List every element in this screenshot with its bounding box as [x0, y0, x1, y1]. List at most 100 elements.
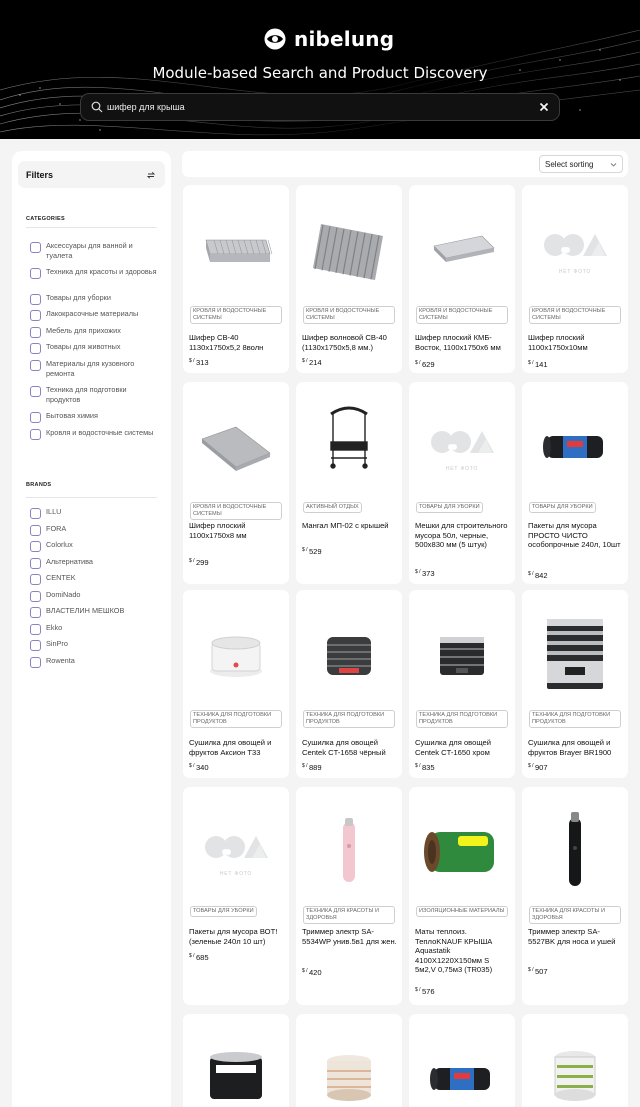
product-name[interactable]: Триммер электр SA-5527BK для носа и ушей: [528, 927, 623, 946]
nose-trimmer-image[interactable]: [528, 795, 622, 905]
product-name[interactable]: Сушилка для овощей Centek CT-1650 хром: [415, 738, 510, 757]
search-bar[interactable]: [80, 93, 560, 121]
product-name[interactable]: Пакеты для мусора ВОТ! (зеленые 240л 10 …: [189, 927, 284, 946]
product-card[interactable]: КРОВЛЯ И ВОДОСТОЧНЫЕ СИСТЕМЫ Шифер волнов…: [296, 185, 402, 373]
product-name[interactable]: Сушилка для овощей Centek CT-1658 чёрный: [302, 738, 397, 757]
product-name[interactable]: Мешки для строительного мусора 50л, черн…: [415, 521, 510, 550]
nibelung-logo[interactable]: nibelung: [264, 26, 394, 52]
close-icon[interactable]: [539, 102, 549, 112]
category-option[interactable]: Техника для красоты и здоровья: [30, 267, 160, 279]
product-name[interactable]: Шифер плоский 1100x1750x8 мм: [189, 521, 284, 540]
product-name[interactable]: Маты теплоиз. ТеплоKNAUF КРЫША Aquastati…: [415, 927, 510, 975]
brand-option[interactable]: Rowenta: [30, 656, 160, 668]
slate-stack-image[interactable]: [189, 193, 283, 303]
insulation-roll-image[interactable]: [415, 795, 509, 905]
checkbox[interactable]: [30, 591, 41, 602]
brand-option[interactable]: ВЛАСТЕЛИН МЕШКОВ: [30, 606, 160, 618]
product-card[interactable]: ТОВАРЫ ДЛЯ УБОРКИ Пакеты для мусора ПРОСТ…: [522, 382, 628, 584]
product-name[interactable]: Шифер плоский 1100x1750x10мм: [528, 333, 623, 352]
brand-option[interactable]: CENTEK: [30, 573, 160, 585]
steel-dryer-image[interactable]: [528, 598, 622, 708]
paint-bucket-image[interactable]: [189, 1022, 283, 1107]
brand-option[interactable]: Colorlux: [30, 540, 160, 552]
category-option[interactable]: Техника для подготовки продуктов: [30, 385, 160, 404]
product-name[interactable]: Пакеты для мусора ПРОСТО ЧИСТО особопроч…: [528, 521, 623, 550]
refresh-icon[interactable]: [146, 170, 156, 180]
brand-option[interactable]: Ekko: [30, 623, 160, 635]
pink-trimmer-image[interactable]: [302, 795, 396, 905]
product-name[interactable]: Шифер волновой СВ-40 (1130x1750x5,8 мм.): [302, 333, 397, 352]
black-dryer-image[interactable]: [302, 598, 396, 708]
product-card[interactable]: НЕТ ФОТО КРОВЛЯ И ВОДОСТОЧНЫЕ СИСТЕМЫ Шифе…: [522, 185, 628, 373]
sort-select[interactable]: Select sorting: [539, 155, 623, 173]
product-card[interactable]: ТЕХНИКА ДЛЯ КРАСОТЫ И ЗДОРОВЬЯ Триммер эл…: [522, 787, 628, 1005]
product-card[interactable]: НЕТ ФОТО ТОВАРЫ ДЛЯ УБОРКИ Мешки для строи…: [409, 382, 515, 584]
trash-bag-roll-image[interactable]: [528, 390, 622, 500]
brand-option[interactable]: Альтернатива: [30, 557, 160, 569]
product-card[interactable]: [522, 1014, 628, 1107]
category-option[interactable]: Товары для уборки: [30, 293, 160, 305]
product-name[interactable]: Триммер электр SA-5534WP унив.5в1 для же…: [302, 927, 397, 946]
trash-bag-roll-image[interactable]: [415, 1022, 509, 1107]
checkbox[interactable]: [30, 525, 41, 536]
product-card[interactable]: КРОВЛЯ И ВОДОСТОЧНЫЕ СИСТЕМЫ Шифер плоски…: [183, 382, 289, 584]
category-option[interactable]: Лакокрасочные материалы: [30, 309, 160, 321]
product-card[interactable]: АКТИВНЫЙ ОТДЫХ Мангал МП-02 с крышей $ / 5…: [296, 382, 402, 584]
category-option[interactable]: Бытовая химия: [30, 411, 160, 423]
product-card[interactable]: ТЕХНИКА ДЛЯ ПОДГОТОВКИ ПРОДУКТОВ Сушилка …: [296, 590, 402, 778]
brand-option[interactable]: DomiNado: [30, 590, 160, 602]
search-input[interactable]: [107, 102, 539, 112]
checkbox[interactable]: [30, 640, 41, 651]
checkbox[interactable]: [30, 310, 41, 321]
no-photo-image[interactable]: НЕТ ФОТО: [415, 390, 509, 500]
corrugated-sheet-image[interactable]: [302, 193, 396, 303]
checkbox[interactable]: [30, 429, 41, 440]
product-card[interactable]: ИЗОЛЯЦИОННЫЕ МАТЕРИАЛЫ Маты теплоиз. Тепл…: [409, 787, 515, 1005]
product-card[interactable]: НЕТ ФОТО ТОВАРЫ ДЛЯ УБОРКИ Пакеты для мусо…: [183, 787, 289, 1005]
category-option[interactable]: Товары для животных: [30, 342, 160, 354]
checkbox[interactable]: [30, 360, 41, 371]
checkbox[interactable]: [30, 624, 41, 635]
category-option[interactable]: Мебель для прихожих: [30, 326, 160, 338]
white-dryer-image[interactable]: [189, 598, 283, 708]
no-photo-image[interactable]: НЕТ ФОТО: [528, 193, 622, 303]
product-card[interactable]: ТЕХНИКА ДЛЯ КРАСОТЫ И ЗДОРОВЬЯ Триммер эл…: [296, 787, 402, 1005]
product-card[interactable]: ТЕХНИКА ДЛЯ ПОДГОТОВКИ ПРОДУКТОВ Сушилка …: [409, 590, 515, 778]
checkbox[interactable]: [30, 541, 41, 552]
product-card[interactable]: ТЕХНИКА ДЛЯ ПОДГОТОВКИ ПРОДУКТОВ Сушилка …: [183, 590, 289, 778]
product-card[interactable]: КРОВЛЯ И ВОДОСТОЧНЫЕ СИСТЕМЫ Шифер СВ-40 …: [183, 185, 289, 373]
category-option[interactable]: Кровля и водосточные системы: [30, 428, 160, 440]
product-card[interactable]: [409, 1014, 515, 1107]
checkbox[interactable]: [30, 343, 41, 354]
checkbox[interactable]: [30, 294, 41, 305]
product-card[interactable]: [296, 1014, 402, 1107]
product-name[interactable]: Сушилка для овощей и фруктов Brayer BR19…: [528, 738, 623, 757]
checkbox[interactable]: [30, 657, 41, 668]
brand-option[interactable]: SinPro: [30, 639, 160, 651]
product-name[interactable]: Шифер плоский КМБ-Восток, 1100x1750x6 мм: [415, 333, 510, 352]
flat-slate-stack-image[interactable]: [189, 390, 283, 500]
checkbox[interactable]: [30, 327, 41, 338]
checkbox[interactable]: [30, 386, 41, 397]
product-name[interactable]: Сушилка для овощей и фруктов Аксион Т33: [189, 738, 284, 757]
product-name[interactable]: Мангал МП-02 с крышей: [302, 521, 397, 531]
checkbox[interactable]: [30, 412, 41, 423]
product-name[interactable]: Шифер СВ-40 1130x1750x5,2 8волн: [189, 333, 284, 352]
category-option[interactable]: Аксессуары для ванной и туалета: [30, 241, 160, 260]
checkbox[interactable]: [30, 242, 41, 253]
product-card[interactable]: [183, 1014, 289, 1107]
no-photo-image[interactable]: НЕТ ФОТО: [189, 795, 283, 905]
brand-option[interactable]: FORA: [30, 524, 160, 536]
product-card[interactable]: ТЕХНИКА ДЛЯ ПОДГОТОВКИ ПРОДУКТОВ Сушилка …: [522, 590, 628, 778]
round-dryer-image[interactable]: [302, 1022, 396, 1107]
chrome-dryer-image[interactable]: [415, 598, 509, 708]
checkbox[interactable]: [30, 574, 41, 585]
brand-option[interactable]: ILLU: [30, 507, 160, 519]
product-card[interactable]: КРОВЛЯ И ВОДОСТОЧНЫЕ СИСТЕМЫ Шифер плоски…: [409, 185, 515, 373]
glass-dryer-image[interactable]: [528, 1022, 622, 1107]
category-option[interactable]: Материалы для кузовного ремонта: [30, 359, 160, 378]
checkbox[interactable]: [30, 607, 41, 618]
checkbox[interactable]: [30, 558, 41, 569]
checkbox[interactable]: [30, 508, 41, 519]
grill-with-roof-image[interactable]: [302, 390, 396, 500]
